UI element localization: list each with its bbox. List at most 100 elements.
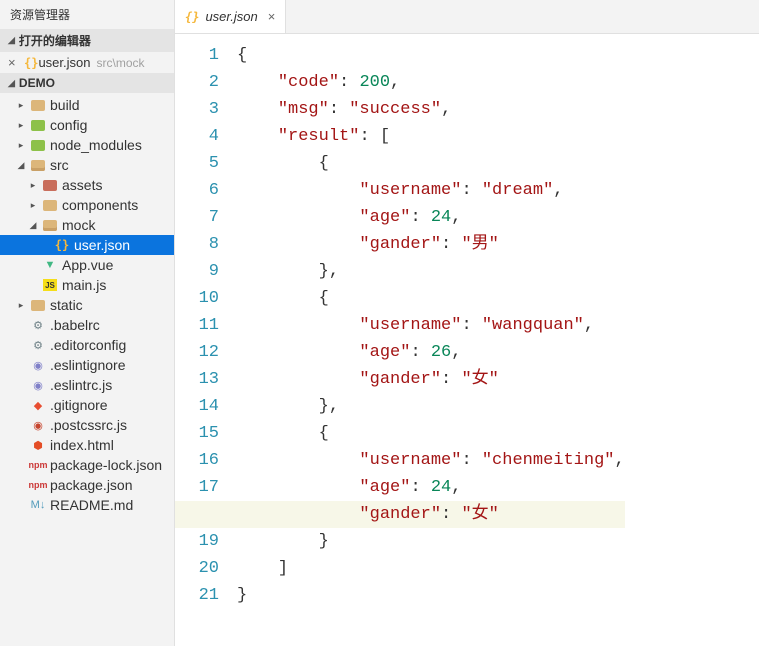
folder-build[interactable]: ▸build <box>0 95 174 115</box>
file-package-json[interactable]: npmpackage.json <box>0 475 174 495</box>
folder-icon <box>30 297 46 313</box>
tree-item-label: config <box>50 117 87 133</box>
code-line[interactable]: "username": "wangquan", <box>237 312 625 339</box>
npm-icon: npm <box>30 477 46 493</box>
code-line[interactable]: "code": 200, <box>237 69 625 96</box>
file--postcssrc-js[interactable]: ◉.postcssrc.js <box>0 415 174 435</box>
file-tree: ▸build▸config▸node_modules◢src▸assets▸co… <box>0 93 174 646</box>
file-main-js[interactable]: JSmain.js <box>0 275 174 295</box>
folder-node-modules[interactable]: ▸ node_modules <box>0 135 174 155</box>
code-line[interactable]: "gander": "男" <box>237 231 625 258</box>
folder-src[interactable]: ◢ src <box>0 155 174 175</box>
js-icon: JS <box>42 277 58 293</box>
code-line[interactable]: }, <box>237 258 625 285</box>
tree-item-label: node_modules <box>50 137 142 153</box>
folder-assets[interactable]: ▸ assets <box>0 175 174 195</box>
config-icon: ⚙ <box>30 317 46 333</box>
tree-item-label: package.json <box>50 477 133 493</box>
code-line[interactable]: "username": "chenmeiting", <box>237 447 625 474</box>
line-number: 19 <box>175 528 219 555</box>
open-editor-item[interactable]: × {} user.json src\mock <box>0 52 174 73</box>
close-icon[interactable]: × <box>268 9 276 24</box>
tree-item-label: src <box>50 157 69 173</box>
sidebar-title: 资源管理器 <box>0 0 174 29</box>
chevron-right-icon: ▸ <box>16 300 26 311</box>
line-number: 13 <box>175 366 219 393</box>
chevron-down-icon: ◢ <box>16 160 26 171</box>
tree-item-label: .eslintrc.js <box>50 377 112 393</box>
code-line[interactable]: "msg": "success", <box>237 96 625 123</box>
tree-item-label: user.json <box>74 237 130 253</box>
folder-green-icon <box>30 117 46 133</box>
code-line[interactable]: } <box>237 582 625 609</box>
chevron-right-icon: ▸ <box>16 140 26 151</box>
tree-item-label: .babelrc <box>50 317 100 333</box>
tree-item-label: main.js <box>62 277 106 293</box>
line-number: 5 <box>175 150 219 177</box>
open-editors-label: 打开的编辑器 <box>19 32 91 49</box>
tree-item-label: components <box>62 197 138 213</box>
code-line[interactable]: "gander": "女" <box>237 366 625 393</box>
open-editor-path: src\mock <box>97 56 145 70</box>
code-line[interactable]: "age": 26, <box>237 339 625 366</box>
json-icon: {} <box>54 237 70 253</box>
open-editors-header[interactable]: ◢ 打开的编辑器 <box>0 29 174 52</box>
tree-item-label: mock <box>62 217 95 233</box>
chevron-down-icon: ◢ <box>8 78 15 89</box>
tree-item-label: .postcssrc.js <box>50 417 127 433</box>
chevron-down-icon: ◢ <box>8 35 15 46</box>
line-number: 21 <box>175 582 219 609</box>
chevron-right-icon: ▸ <box>28 180 38 191</box>
code-line[interactable]: "username": "dream", <box>237 177 625 204</box>
tab-user-json[interactable]: {} user.json × <box>175 0 286 33</box>
code-line[interactable]: { <box>237 420 625 447</box>
code-line[interactable]: "age": 24, <box>237 204 625 231</box>
file--eslintrc-js[interactable]: ◉.eslintrc.js <box>0 375 174 395</box>
file--babelrc[interactable]: ⚙.babelrc <box>0 315 174 335</box>
close-icon[interactable]: × <box>8 55 20 70</box>
file-package-lock-json[interactable]: npmpackage-lock.json <box>0 455 174 475</box>
line-number: 10 <box>175 285 219 312</box>
file--editorconfig[interactable]: ⚙.editorconfig <box>0 335 174 355</box>
file--gitignore[interactable]: ◆.gitignore <box>0 395 174 415</box>
code-line[interactable]: "result": [ <box>237 123 625 150</box>
file--eslintignore[interactable]: ◉.eslintignore <box>0 355 174 375</box>
line-number: 1 <box>175 42 219 69</box>
code-line[interactable]: "age": 24, <box>237 474 625 501</box>
chevron-right-icon: ▸ <box>16 100 26 111</box>
code-line[interactable]: { <box>237 42 625 69</box>
line-number: 8 <box>175 231 219 258</box>
code-line[interactable]: ] <box>237 555 625 582</box>
file-index-html[interactable]: ⬢index.html <box>0 435 174 455</box>
code-line[interactable]: { <box>237 150 625 177</box>
md-icon: M↓ <box>30 497 46 513</box>
tree-item-label: .gitignore <box>50 397 108 413</box>
folder-config[interactable]: ▸config <box>0 115 174 135</box>
folder-static[interactable]: ▸static <box>0 295 174 315</box>
tree-item-label: index.html <box>50 437 114 453</box>
line-number: 12 <box>175 339 219 366</box>
line-number: 2 <box>175 69 219 96</box>
open-editor-filename: user.json <box>38 55 90 70</box>
tab-label: user.json <box>205 9 257 24</box>
file-README-md[interactable]: M↓README.md <box>0 495 174 515</box>
npm-icon: npm <box>30 457 46 473</box>
tree-item-label: App.vue <box>62 257 113 273</box>
file-App-vue[interactable]: ▼App.vue <box>0 255 174 275</box>
code-line[interactable]: "gander": "女" <box>175 501 625 528</box>
tree-item-label: .editorconfig <box>50 337 126 353</box>
code-line[interactable]: }, <box>237 393 625 420</box>
line-number: 9 <box>175 258 219 285</box>
code-content[interactable]: { "code": 200, "msg": "success", "result… <box>237 34 625 646</box>
tree-item-label: assets <box>62 177 102 193</box>
code-area[interactable]: 123456789101112131415161718192021 { "cod… <box>175 34 759 646</box>
line-number: 20 <box>175 555 219 582</box>
chevron-down-icon: ◢ <box>28 220 38 231</box>
code-line[interactable]: } <box>237 528 625 555</box>
folder-mock[interactable]: ◢ mock <box>0 215 174 235</box>
folder-icon <box>42 197 58 213</box>
folder-components[interactable]: ▸components <box>0 195 174 215</box>
code-line[interactable]: { <box>237 285 625 312</box>
file-user-json[interactable]: {}user.json <box>0 235 174 255</box>
project-header[interactable]: ◢ DEMO <box>0 73 174 93</box>
